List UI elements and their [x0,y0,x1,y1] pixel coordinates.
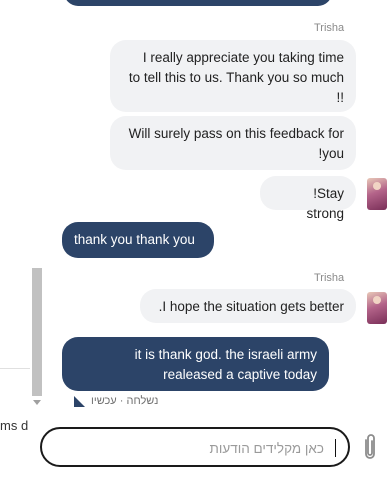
background-divider [0,368,32,369]
sender-name: Trisha [314,272,345,284]
message-line: Will surely pass on this feedback for [128,126,344,141]
message-line: !you [318,146,344,161]
message-line: it is thank god. the israeli army [134,347,317,362]
avatar [367,292,387,324]
message-bubble-incoming: .I hope the situation gets better [140,289,356,323]
message-line: realeased a captive today [163,367,317,382]
message-line: thank you thank you [74,232,195,247]
message-bubble-outgoing: thank you thank you [62,222,214,258]
message-line: !Stay strong [306,186,344,221]
message-bubble-incoming: !Stay strong [260,176,356,221]
composer [40,418,390,486]
message-line: !! [336,90,344,105]
message-input[interactable] [56,437,326,459]
sent-indicator-icon [74,395,85,407]
text-caret [335,439,336,457]
message-status-text: נשלחה · עכשיו [91,395,159,407]
scrollbar-thumb[interactable] [32,268,42,396]
message-bubble-outgoing-clipped [64,0,332,6]
scroll-down-arrow-icon[interactable] [33,400,41,405]
message-status: נשלחה · עכשיו [74,395,158,407]
chat-panel: Trisha I really appreciate you taking ti… [40,0,390,486]
paperclip-icon[interactable] [360,432,380,462]
message-line: I really appreciate you taking time [142,50,344,65]
chat-scrollbar[interactable] [30,0,44,412]
background-text: ms d [0,418,29,433]
avatar [367,178,387,210]
message-bubble-incoming: I really appreciate you taking time to t… [110,40,356,112]
message-line: .I hope the situation gets better [158,299,344,314]
message-line: to tell this to us. Thank you so much [128,70,344,85]
message-bubble-incoming: Will surely pass on this feedback for !y… [110,116,356,170]
sender-name: Trisha [314,22,345,34]
message-bubble-outgoing: it is thank god. the israeli army realea… [62,337,329,391]
message-input-box[interactable] [40,427,350,467]
